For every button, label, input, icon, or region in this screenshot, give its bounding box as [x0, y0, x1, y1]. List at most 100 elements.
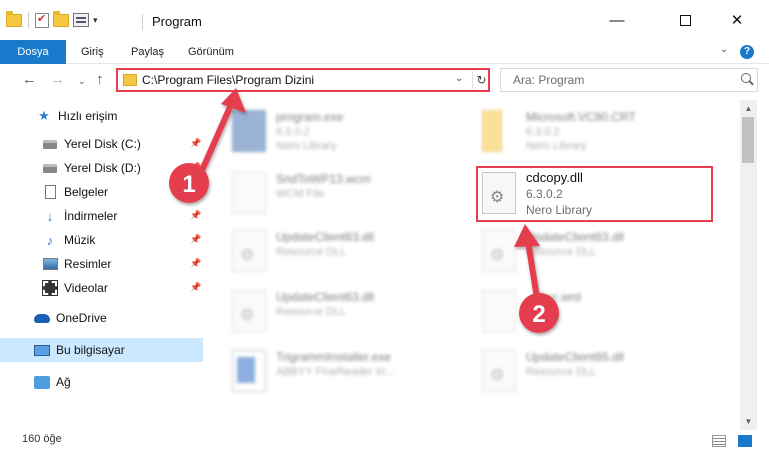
file-item[interactable]: UpdateClient63.dll Resource DLL: [460, 224, 700, 282]
navigation-pane: ★ Hızlı erişim Yerel Disk (C:) 📌 Yerel D…: [0, 100, 205, 430]
file-type: Resource DLL: [526, 366, 597, 378]
file-version: 6.3.0.2: [276, 126, 310, 138]
file-type: ...File: [526, 306, 553, 318]
file-type: WCM File: [276, 188, 325, 200]
toolbar-divider: [28, 12, 29, 28]
folder-icon: [482, 110, 502, 152]
file-item[interactable]: Microsoft.VC90.CRT 6.3.0.2 Nero Library: [460, 104, 700, 162]
vertical-scrollbar[interactable]: ▲ ▼: [740, 100, 757, 430]
star-icon: ★: [38, 108, 50, 123]
file-type: Resource DLL: [276, 306, 347, 318]
search-placeholder: Ara: Program: [513, 73, 585, 87]
dll-gear-icon: [232, 290, 266, 332]
sidebar-item-videos[interactable]: Videolar 📌: [0, 276, 205, 300]
file-description: Nero Library: [276, 140, 337, 152]
search-input[interactable]: Ara: Program: [500, 68, 758, 92]
sidebar-item-local-disk-c[interactable]: Yerel Disk (C:) 📌: [0, 132, 205, 156]
pin-icon[interactable]: 📌: [190, 138, 201, 148]
sidebar-item-quick-access[interactable]: ★ Hızlı erişim: [0, 104, 205, 128]
recent-locations-chevron-icon[interactable]: ⌄: [78, 76, 86, 87]
sidebar-item-music[interactable]: ♪ Müzik 📌: [0, 228, 205, 252]
sidebar-item-downloads[interactable]: ↓ İndirmeler 📌: [0, 204, 205, 228]
ribbon-tabs: Dosya Giriş Paylaş Görünüm ⌄ ?: [0, 40, 769, 64]
title-divider: [142, 14, 143, 30]
pin-icon[interactable]: 📌: [190, 234, 201, 244]
file-version: 6.3.0.2: [526, 126, 560, 138]
file-item[interactable]: UpdateClient63.dll Resource DLL: [210, 224, 450, 282]
sidebar-item-onedrive[interactable]: OneDrive: [0, 306, 205, 330]
tab-view[interactable]: Görünüm: [177, 40, 245, 64]
large-icons-view-icon[interactable]: [738, 435, 752, 447]
application-icon: [232, 350, 266, 392]
status-bar: 160 öğe: [0, 430, 769, 467]
up-button[interactable]: ↑: [96, 71, 104, 88]
pin-icon[interactable]: 📌: [190, 258, 201, 268]
file-name: UpdateClient63.dll: [526, 230, 625, 244]
help-icon[interactable]: ?: [740, 45, 754, 59]
maximize-icon: [679, 14, 691, 26]
quick-access-toolbar: ▾: [6, 10, 98, 28]
item-count: 160 öğe: [22, 433, 62, 445]
maximize-button[interactable]: [662, 0, 708, 40]
ribbon-expand-chevron-icon[interactable]: ⌄: [720, 44, 728, 55]
pin-icon[interactable]: 📌: [190, 186, 201, 196]
address-path[interactable]: C:\Program Files\Program Dizini: [142, 73, 314, 87]
sidebar-item-label: Ağ: [56, 375, 71, 389]
sidebar-item-label: Müzik: [64, 233, 96, 247]
scroll-down-arrow-icon[interactable]: ▼: [740, 413, 757, 430]
disk-icon: [43, 139, 57, 149]
file-item[interactable]: UpdateClient65.dll Resource DLL: [460, 344, 700, 402]
folder-icon: [123, 74, 137, 86]
close-button[interactable]: ✕: [714, 0, 760, 40]
new-folder-icon[interactable]: [53, 10, 69, 27]
sidebar-item-local-disk-d[interactable]: Yerel Disk (D:) 📌: [0, 156, 205, 180]
tab-file[interactable]: Dosya: [0, 40, 66, 64]
pin-icon[interactable]: 📌: [190, 210, 201, 220]
file-name: UpdateClient63.dll: [276, 290, 375, 304]
videos-icon: [42, 280, 58, 296]
file-name: program.exe: [276, 110, 344, 124]
details-view-icon[interactable]: [712, 435, 726, 447]
file-icon: [232, 172, 266, 214]
file-item[interactable]: TrigrammInstaller.exe ABBYY FineReader t…: [210, 344, 450, 402]
file-icon: [482, 290, 516, 332]
address-bar[interactable]: C:\Program Files\Program Dizini ⌄ ↻: [116, 68, 490, 92]
file-item[interactable]: SndToWP13.wcm WCM File: [210, 166, 450, 224]
sidebar-item-documents[interactable]: Belgeler 📌: [0, 180, 205, 204]
music-icon: ♪: [46, 232, 54, 248]
view-details-icon[interactable]: [73, 13, 89, 27]
properties-check-icon[interactable]: [35, 12, 49, 28]
file-list: program.exe 6.3.0.2 Nero Library Microso…: [210, 100, 740, 430]
dll-gear-icon: [482, 350, 516, 392]
refresh-icon[interactable]: ↻: [472, 71, 490, 89]
scroll-up-arrow-icon[interactable]: ▲: [740, 100, 757, 117]
pictures-icon: [42, 258, 58, 270]
file-item[interactable]: ...dlac.wrd ...File: [460, 284, 700, 342]
file-item[interactable]: UpdateClient63.dll Resource DLL: [210, 284, 450, 342]
computer-icon: [34, 344, 50, 356]
download-icon: ↓: [46, 208, 54, 224]
file-item[interactable]: program.exe 6.3.0.2 Nero Library: [210, 104, 450, 162]
back-button[interactable]: ←: [22, 71, 37, 88]
file-name: ...dlac.wrd: [526, 290, 581, 304]
network-icon: [34, 375, 50, 389]
scroll-thumb[interactable]: [742, 117, 754, 163]
file-description: Nero Library: [526, 140, 587, 152]
title-bar: ▾ Program — ✕: [0, 0, 769, 40]
file-name: UpdateClient65.dll: [526, 350, 625, 364]
sidebar-item-this-pc[interactable]: Bu bilgisayar: [0, 338, 203, 362]
pin-icon[interactable]: 📌: [190, 282, 201, 292]
dll-gear-icon: [482, 230, 516, 272]
disk-icon: [43, 163, 57, 173]
forward-button[interactable]: →: [50, 71, 65, 88]
pin-icon[interactable]: 📌: [190, 162, 201, 172]
customize-toolbar-chevron-icon[interactable]: ▾: [93, 15, 98, 26]
address-dropdown-chevron-icon[interactable]: ⌄: [455, 73, 463, 84]
minimize-button[interactable]: —: [594, 0, 640, 40]
tab-share[interactable]: Paylaş: [120, 40, 175, 64]
sidebar-item-network[interactable]: Ağ: [0, 370, 205, 394]
tab-home[interactable]: Giriş: [70, 40, 115, 64]
sidebar-item-pictures[interactable]: Resimler 📌: [0, 252, 205, 276]
sidebar-item-label: Videolar: [64, 281, 108, 295]
highlight-box: [476, 166, 713, 222]
